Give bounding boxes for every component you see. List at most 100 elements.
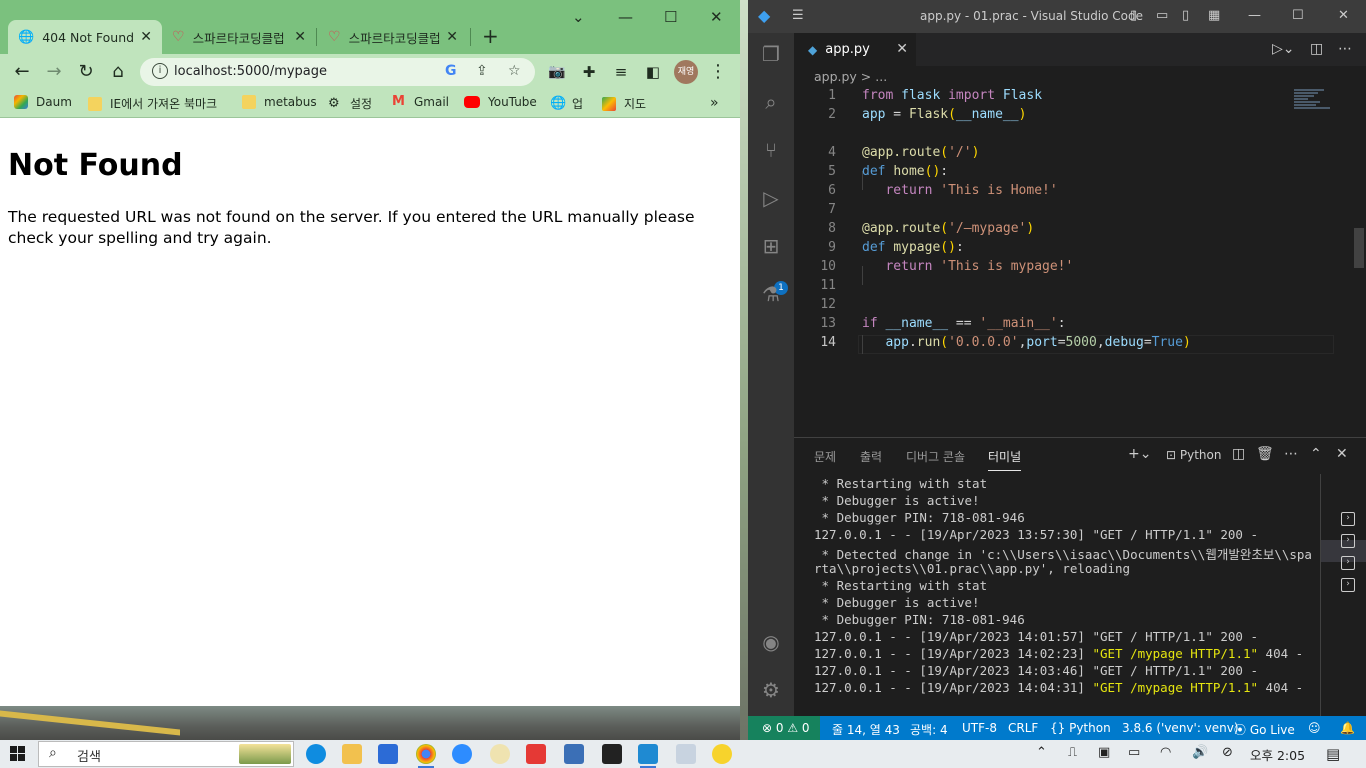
bookmark-daum[interactable]: Daum (14, 95, 72, 109)
profile-avatar[interactable]: 재영 (674, 60, 698, 84)
breadcrumb[interactable]: app.py > ... (814, 69, 887, 84)
side-panel-icon[interactable]: ◧ (641, 60, 665, 84)
terminal-output[interactable]: * Restarting with stat * Debugger is act… (814, 476, 1314, 697)
split-editor-icon[interactable]: ◫ (1310, 41, 1323, 57)
minimap[interactable] (1294, 88, 1346, 118)
more-vertical-icon[interactable]: ⋮ (706, 60, 730, 84)
forward-arrow-icon[interactable]: → (42, 60, 66, 84)
settings-gear-icon[interactable]: ⚙ (758, 677, 784, 703)
encoding-status[interactable]: UTF-8 (962, 721, 997, 735)
tab-output[interactable]: 출력 (860, 448, 882, 465)
media-queue-icon[interactable]: ≡ (609, 60, 633, 84)
toggle-secondary-sidebar-icon[interactable]: ▯ (1182, 8, 1189, 23)
cube-app-icon[interactable] (564, 744, 584, 764)
egg-app-icon[interactable] (490, 744, 510, 764)
chrome-taskbar-icon[interactable] (416, 744, 436, 768)
toggle-panel-icon[interactable]: ▭ (1156, 8, 1168, 23)
new-terminal-plus-icon[interactable]: +⌄ (1128, 446, 1151, 462)
maximize-panel-icon[interactable]: ⌃ (1310, 446, 1322, 462)
editor-tab-app-py[interactable]: ◆ app.py ✕ (794, 33, 916, 66)
close-window-icon[interactable]: ✕ (1338, 8, 1349, 23)
run-icon[interactable]: ▷⌄ (1272, 41, 1295, 57)
edge-icon[interactable] (306, 744, 326, 764)
source-control-icon[interactable]: ⑂ (758, 137, 784, 163)
image-app-icon[interactable] (676, 744, 696, 764)
terminal-instance-icon[interactable]: › (1341, 578, 1355, 592)
minimize-icon[interactable]: — (618, 8, 633, 26)
bookmark-gmail[interactable]: M Gmail (392, 95, 449, 110)
info-icon[interactable]: i (152, 63, 168, 79)
menu-icon[interactable]: ☰ (792, 8, 804, 23)
maximize-icon[interactable]: ☐ (664, 8, 677, 26)
chevron-down-icon[interactable]: ⌄ (572, 8, 585, 26)
terminal-instance-icon[interactable]: › (1341, 534, 1355, 548)
more-actions-icon[interactable]: ⋯ (1338, 41, 1352, 57)
close-icon[interactable]: ✕ (294, 29, 306, 45)
browser-tab-404[interactable]: 🌐 404 Not Found ✕ (8, 20, 162, 54)
taskbar-search[interactable]: ⌕ 검색 (38, 741, 294, 767)
vscode-taskbar-icon[interactable] (638, 744, 658, 768)
monitor-app-icon[interactable]: ▣ (1098, 745, 1110, 760)
notifications-bell-icon[interactable]: 🔔 (1340, 721, 1355, 735)
customize-layout-icon[interactable]: ▦ (1208, 8, 1220, 23)
bookmark-settings[interactable]: ⚙ 설정 (328, 95, 372, 112)
problems-status[interactable]: ⊗ 0 ⚠ 0 (762, 721, 810, 735)
reload-icon[interactable]: ↻ (74, 60, 98, 84)
notification-center-icon[interactable]: ▤ (1326, 745, 1340, 763)
google-lens-icon[interactable]: G (445, 63, 457, 79)
close-panel-icon[interactable]: ✕ (1336, 446, 1348, 462)
bookmark-maps[interactable]: 지도 (602, 95, 646, 112)
bookmark-metabus[interactable]: metabus (242, 95, 317, 109)
tray-chevron-up-icon[interactable]: ⌃ (1036, 745, 1047, 760)
tab-terminal[interactable]: 터미널 (988, 448, 1022, 471)
store-icon[interactable] (378, 744, 398, 764)
code-editor[interactable]: 1 from flask import Flask 2 app = Flask(__… (794, 86, 1334, 436)
browser-tab-sparta-1[interactable]: ♡ 스파르타코딩클럽 ✕ (162, 20, 316, 54)
eol-status[interactable]: CRLF (1008, 721, 1038, 735)
search-icon[interactable]: ⌕ (758, 89, 784, 115)
back-arrow-icon[interactable]: ← (10, 60, 34, 84)
cursor-position[interactable]: 줄 14, 열 43 (832, 721, 900, 738)
minimize-icon[interactable]: — (1248, 8, 1261, 23)
extensions-icon[interactable]: ⊞ (758, 233, 784, 259)
close-icon[interactable]: ✕ (446, 29, 458, 45)
trash-icon[interactable]: 🗑 (1256, 446, 1274, 462)
terminal-instance-icon[interactable]: › (1341, 556, 1355, 570)
testing-flask-icon[interactable]: ⚗ (758, 281, 784, 307)
golive-status[interactable]: ⦿ Go Live (1234, 721, 1295, 738)
wifi-icon[interactable]: ◠ (1160, 745, 1171, 760)
feedback-icon[interactable]: ☺ (1308, 721, 1321, 735)
account-icon[interactable]: ◉ (758, 629, 784, 655)
address-bar[interactable]: i localhost:5000/mypage G ⇪ ☆ (140, 58, 535, 86)
url-text[interactable]: localhost:5000/mypage (174, 64, 327, 79)
extensions-puzzle-icon[interactable]: ✚ (577, 60, 601, 84)
language-status[interactable]: {} Python (1050, 721, 1111, 735)
windows-start-icon[interactable] (10, 746, 26, 762)
tab-problems[interactable]: 문제 (814, 448, 836, 465)
close-icon[interactable]: ✕ (140, 29, 152, 45)
tab-debug-console[interactable]: 디버그 콘솔 (906, 448, 965, 465)
bookmark-youtube[interactable]: YouTube (464, 95, 537, 109)
more-actions-icon[interactable]: ⋯ (1284, 446, 1298, 462)
bookmark-up[interactable]: 🌐 업 (550, 95, 583, 112)
run-debug-icon[interactable]: ▷ (758, 185, 784, 211)
browser-tab-sparta-2[interactable]: ♡ 스파르타코딩클럽 ✕ (318, 20, 468, 54)
share-icon[interactable]: ⇪ (476, 63, 488, 79)
new-tab-plus-icon[interactable]: + (482, 24, 499, 48)
network-usb-icon[interactable]: ⎍ (1068, 745, 1077, 760)
bookmark-ie-folder[interactable]: IE에서 가져온 북마크 (88, 95, 217, 112)
split-terminal-icon[interactable]: ◫ (1232, 446, 1245, 462)
file-explorer-icon[interactable] (342, 744, 362, 764)
restore-icon[interactable]: ☐ (1292, 8, 1304, 23)
camera-icon[interactable]: 📷 (545, 60, 569, 84)
close-icon[interactable]: ✕ (896, 41, 908, 57)
mute-mic-icon[interactable]: ⊘ (1222, 745, 1233, 760)
indentation-status[interactable]: 공백: 4 (910, 721, 948, 738)
toggle-sidebar-icon[interactable]: ▯ (1130, 8, 1137, 23)
taskbar-clock[interactable]: 오후 2:05 (1250, 745, 1305, 764)
kakaotalk-icon[interactable] (712, 744, 732, 764)
close-window-icon[interactable]: ✕ (710, 8, 723, 26)
interpreter-status[interactable]: 3.8.6 ('venv': venv) (1122, 721, 1239, 735)
explorer-icon[interactable]: ❐ (758, 41, 784, 67)
bookmarks-overflow-icon[interactable]: » (710, 95, 719, 111)
